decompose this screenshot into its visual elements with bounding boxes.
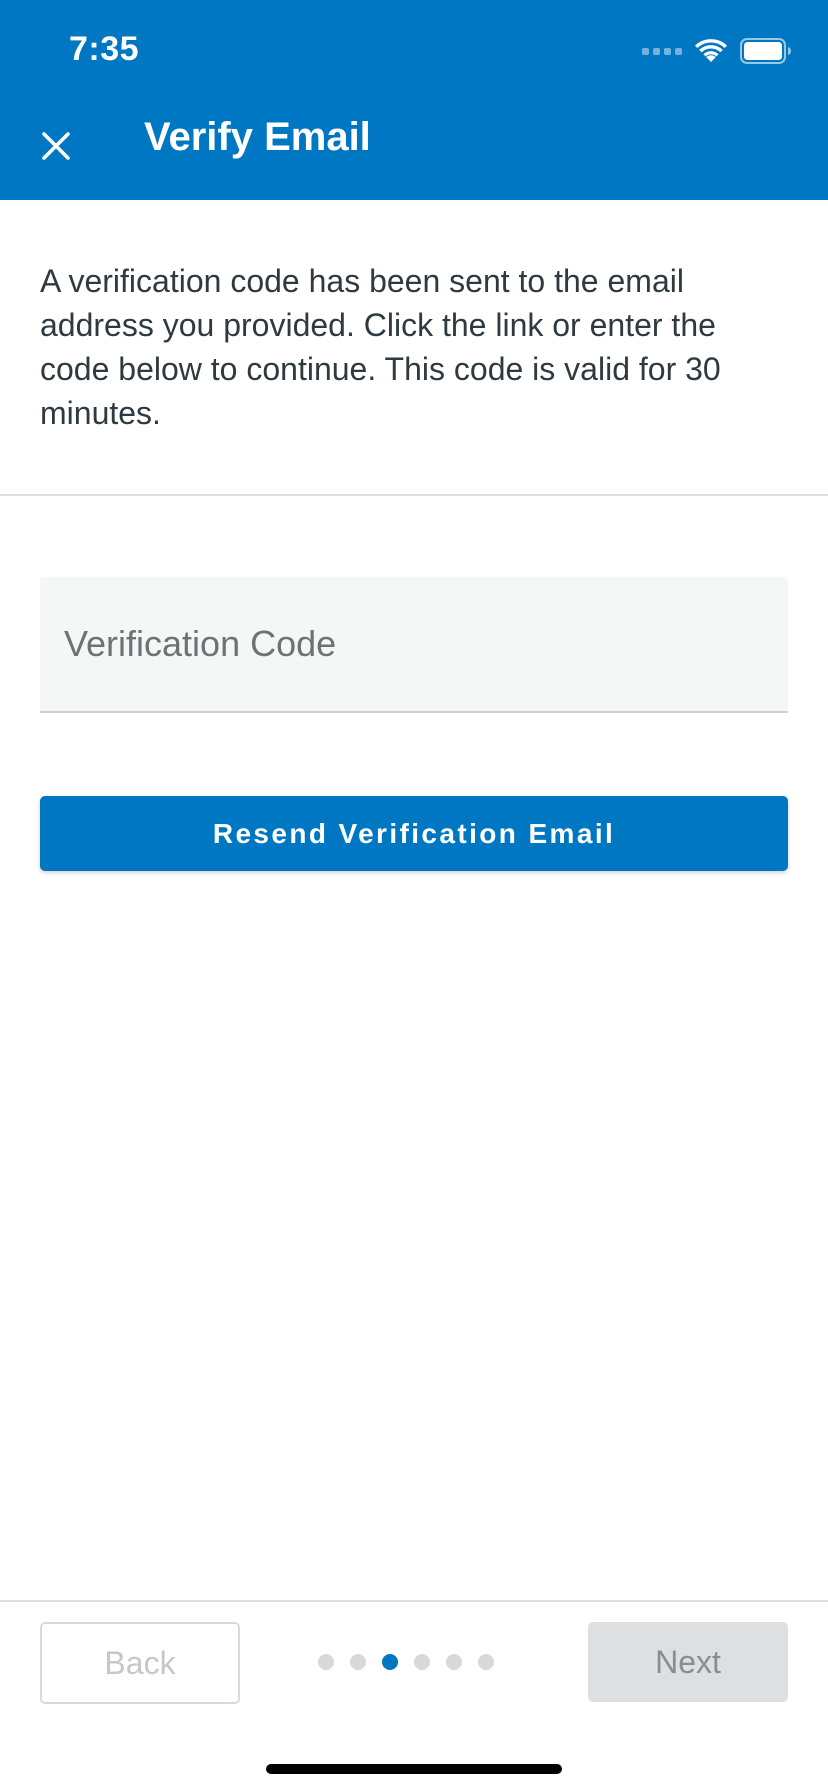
next-button[interactable]: Next <box>588 1622 788 1702</box>
close-button[interactable] <box>36 126 76 166</box>
status-icons <box>642 36 792 66</box>
instructions-text: A verification code has been sent to the… <box>40 263 721 431</box>
status-time: 7:35 <box>69 30 140 68</box>
wifi-icon <box>695 39 727 62</box>
step-dot <box>414 1654 430 1670</box>
cellular-signal-icon <box>642 47 682 55</box>
verification-code-field <box>40 577 788 713</box>
back-button[interactable]: Back <box>40 1622 240 1704</box>
step-dot <box>318 1654 334 1670</box>
footer-divider <box>0 1600 828 1602</box>
verify-email-screen: 7:35 Verify Email A verification code ha… <box>0 0 828 1792</box>
step-dot <box>478 1654 494 1670</box>
step-dot-active <box>382 1654 398 1670</box>
battery-icon <box>740 38 791 64</box>
step-dot <box>446 1654 462 1670</box>
step-indicator <box>318 1654 494 1670</box>
resend-verification-email-button[interactable]: Resend Verification Email <box>40 796 788 871</box>
app-header: 7:35 Verify Email <box>0 0 828 200</box>
close-icon <box>42 132 70 160</box>
home-indicator[interactable] <box>266 1764 562 1774</box>
verification-code-input[interactable] <box>40 577 788 711</box>
step-dot <box>350 1654 366 1670</box>
section-divider <box>0 494 828 496</box>
page-title: Verify Email <box>144 115 371 159</box>
